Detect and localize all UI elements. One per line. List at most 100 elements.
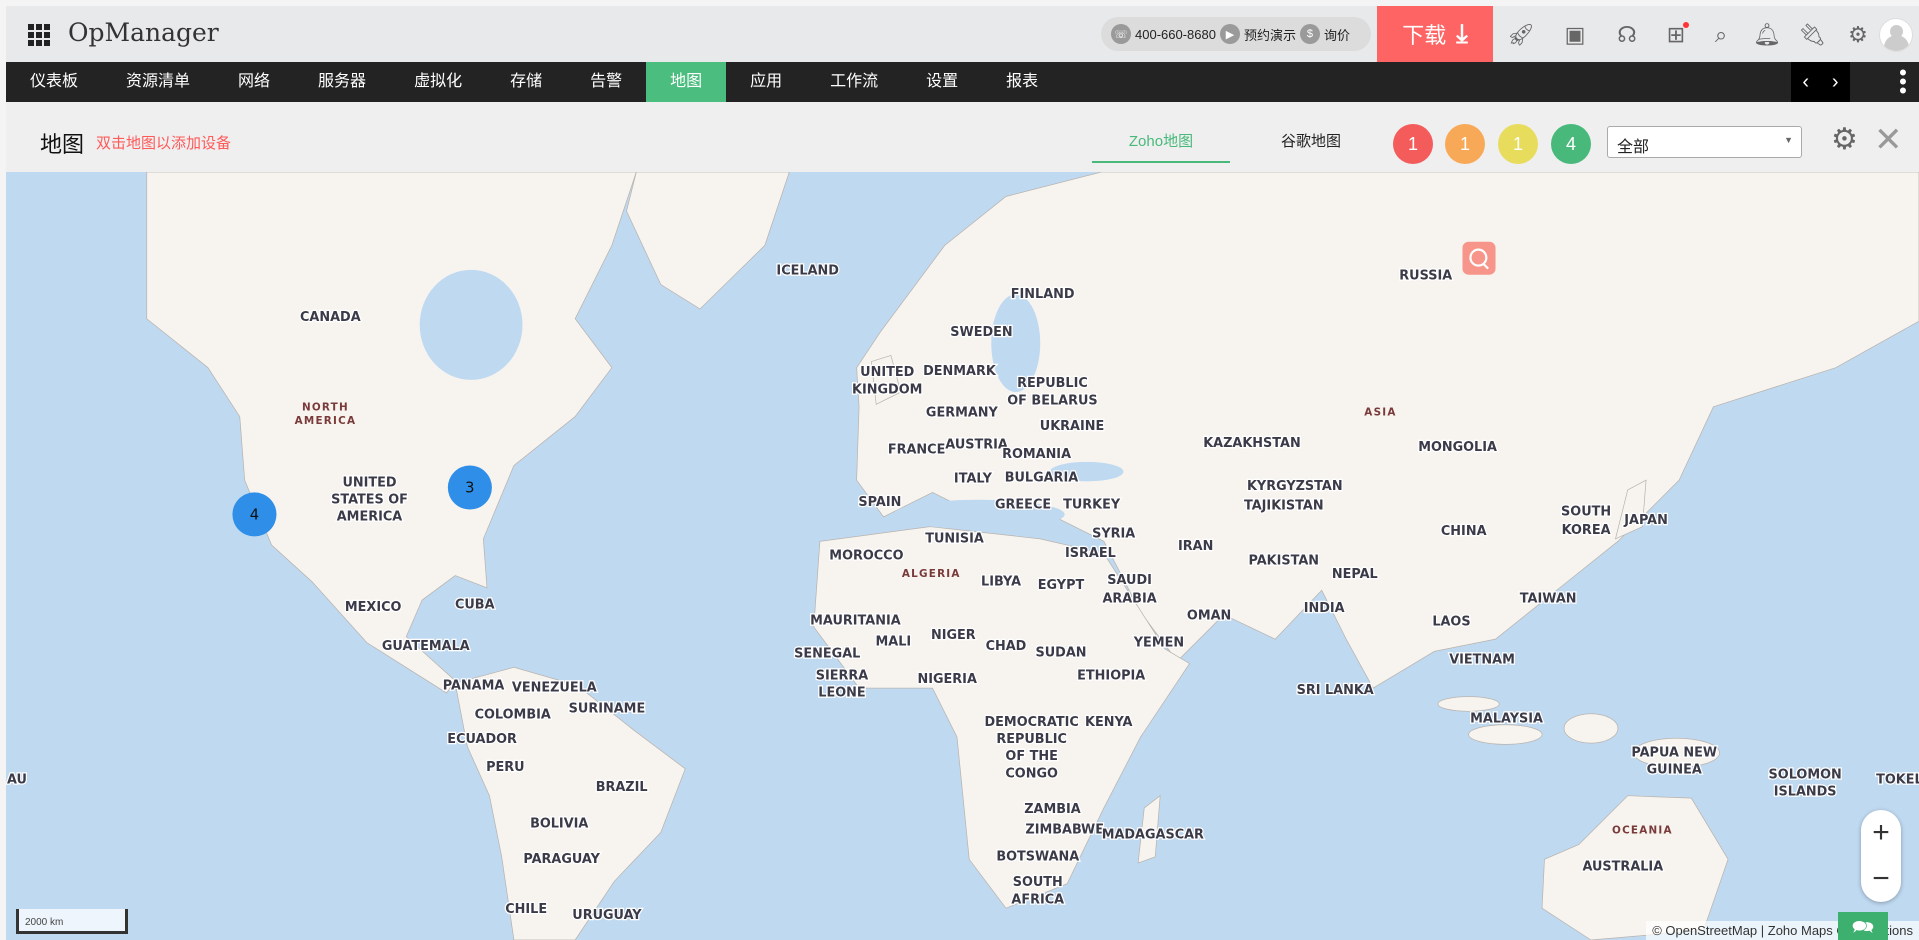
close-icon[interactable]: ✕: [1874, 120, 1903, 160]
badge-warning[interactable]: 1: [1498, 124, 1538, 164]
map-label: GUINEA: [1647, 763, 1702, 778]
map-label: ARABIA: [1102, 591, 1156, 606]
page-title: 地图: [40, 132, 85, 157]
map-label: CUBA: [455, 598, 495, 613]
device-cluster[interactable]: 4: [232, 492, 277, 537]
plug-icon[interactable]: 🔌︎: [1798, 22, 1826, 48]
map-label: NIGER: [931, 628, 976, 643]
nav-dashboard[interactable]: 仪表板: [6, 62, 102, 102]
map-label: SPAIN: [858, 495, 901, 510]
map-label: FRANCE: [888, 442, 946, 457]
map-search-icon[interactable]: [1462, 241, 1496, 275]
tab-zoho-map[interactable]: Zoho地图: [1092, 130, 1230, 163]
map-label: JAPAN: [1623, 513, 1668, 528]
nav-network[interactable]: 网络: [214, 62, 294, 102]
map-label: DEMOCRATIC: [985, 715, 1079, 730]
nav-alarms[interactable]: 告警: [566, 62, 646, 102]
zoom-out-button[interactable]: −: [1861, 856, 1901, 902]
app-window: OpManager ☏ 400-660-8680 ▶ 预约演示 $ 询价 下载 ⤓ 🚀︎…: [6, 6, 1919, 940]
continent-label: ALGERIA: [902, 568, 961, 580]
map-label: REPUBLIC: [1017, 376, 1088, 391]
map-label: TUNISIA: [925, 532, 984, 547]
more-vertical-icon[interactable]: • • •: [1899, 62, 1907, 102]
nav-servers[interactable]: 服务器: [294, 62, 390, 102]
nav-workflow[interactable]: 工作流: [806, 62, 902, 102]
world-map[interactable]: ICELAND RUSSIA CANADA FINLAND SWEDEN UNI…: [6, 172, 1919, 940]
map-label: ETHIOPIA: [1077, 669, 1145, 684]
map-label: ZAMBIA: [1024, 802, 1081, 817]
map-label: LAOS: [1432, 615, 1470, 630]
map-label: LEONE: [818, 686, 865, 701]
gear-icon[interactable]: ⚙: [1845, 22, 1871, 48]
map-label: CANADA: [300, 310, 361, 325]
headset-icon[interactable]: ☊: [1614, 22, 1640, 48]
map-label: AUSTRIA: [945, 437, 1008, 452]
map-label: ICELAND: [776, 264, 838, 279]
map-label: SAUDI: [1107, 573, 1152, 588]
device-cluster[interactable]: 3: [447, 465, 492, 510]
map-label: BRAZIL: [596, 780, 648, 795]
zoom-in-button[interactable]: +: [1861, 810, 1901, 856]
cluster-count: 4: [250, 506, 259, 523]
map-label: SOUTH: [1013, 875, 1063, 890]
phone-number[interactable]: 400-660-8680: [1135, 27, 1216, 42]
main-nav: 仪表板 资源清单 网络 服务器 虚拟化 存储 告警 地图 应用 工作流 设置 报…: [6, 62, 1919, 102]
app-grid-icon[interactable]: [28, 24, 50, 46]
gift-icon[interactable]: ⊞: [1663, 22, 1689, 48]
map-label: OMAN: [1187, 609, 1231, 624]
map-label: NIGERIA: [917, 672, 976, 687]
map-label: RUSSIA: [1399, 269, 1452, 284]
presentation-icon[interactable]: ▣: [1562, 22, 1588, 48]
chevron-left-icon[interactable]: ‹: [1802, 71, 1809, 94]
price-link[interactable]: 询价: [1324, 25, 1350, 44]
map-label: BULGARIA: [1005, 470, 1079, 485]
map-settings-icon[interactable]: ⚙: [1831, 122, 1858, 157]
map-label: SENEGAL: [794, 647, 860, 662]
chat-button[interactable]: 🗪︎: [1838, 912, 1888, 940]
map-label: MOROCCO: [829, 549, 903, 564]
caret-down-icon: ▼: [1784, 135, 1793, 145]
download-button[interactable]: 下载 ⤓: [1377, 6, 1493, 62]
map-label: GERMANY: [926, 406, 999, 421]
continent-label: NORTH: [302, 401, 349, 413]
map-label: LIBYA: [981, 574, 1021, 589]
dollar-icon: $: [1299, 24, 1320, 44]
nav-apps[interactable]: 应用: [726, 62, 806, 102]
map-label: SYRIA: [1092, 527, 1135, 542]
map-label: OF THE: [1005, 749, 1057, 764]
map-label: COLOMBIA: [475, 708, 551, 723]
map-label: STATES OF: [331, 492, 408, 507]
map-label: UKRAINE: [1040, 419, 1104, 434]
demo-link[interactable]: 预约演示: [1244, 25, 1296, 44]
contact-pill: ☏ 400-660-8680 ▶ 预约演示 $ 询价: [1101, 17, 1371, 51]
map-label: IRAN: [1178, 539, 1213, 554]
map-label: ECUADOR: [447, 732, 517, 747]
badge-clear[interactable]: 4: [1551, 124, 1591, 164]
avatar[interactable]: [1879, 18, 1913, 52]
nav-settings[interactable]: 设置: [902, 62, 982, 102]
category-select[interactable]: 全部 ▼: [1607, 126, 1802, 158]
map-label: FINLAND: [1011, 287, 1075, 302]
badge-major[interactable]: 1: [1445, 124, 1485, 164]
search-icon[interactable]: ⌕: [1708, 22, 1734, 48]
map-label: MONGOLIA: [1418, 440, 1497, 455]
badge-critical[interactable]: 1: [1393, 124, 1433, 164]
map-label: KYRGYZSTAN: [1247, 479, 1343, 494]
map-label: AU: [7, 772, 27, 787]
rocket-icon[interactable]: 🚀︎: [1507, 22, 1535, 48]
map-label: BOLIVIA: [530, 816, 588, 831]
bell-icon[interactable]: 🔔︎: [1753, 22, 1781, 48]
download-icon: ⤓: [1456, 18, 1468, 48]
nav-reports[interactable]: 报表: [982, 62, 1062, 102]
nav-maps[interactable]: 地图: [646, 62, 727, 102]
nav-storage[interactable]: 存储: [486, 62, 566, 102]
map-label: UNITED: [860, 365, 914, 380]
tab-google-map[interactable]: 谷歌地图: [1242, 130, 1380, 161]
map-canvas[interactable]: ICELAND RUSSIA CANADA FINLAND SWEDEN UNI…: [6, 172, 1919, 940]
nav-inventory[interactable]: 资源清单: [102, 62, 214, 102]
phone-icon: ☏: [1111, 24, 1131, 44]
chevron-right-icon[interactable]: ›: [1832, 71, 1839, 94]
nav-virtualization[interactable]: 虚拟化: [390, 62, 486, 102]
map-label: ROMANIA: [1002, 447, 1071, 462]
map-label: REPUBLIC: [996, 732, 1067, 747]
